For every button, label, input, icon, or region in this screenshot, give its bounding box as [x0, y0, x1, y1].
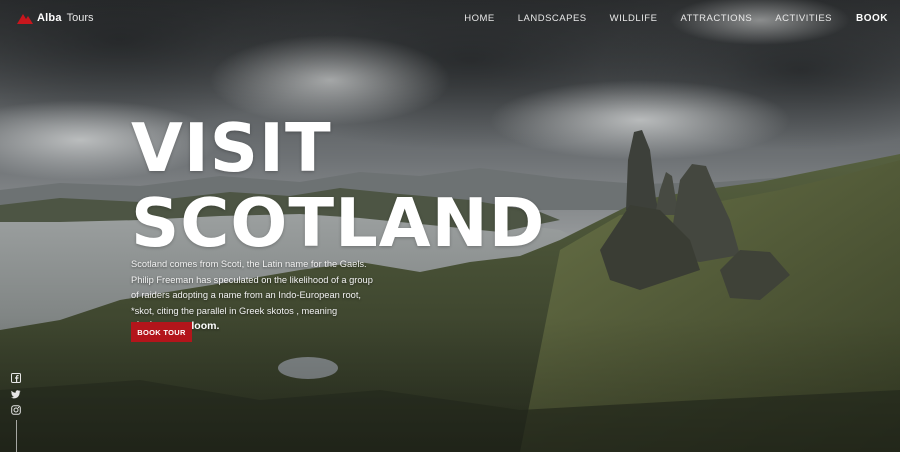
logo-brand-bold: Alba: [37, 12, 62, 24]
logo-mountain-icon: [17, 14, 33, 24]
hero-title-line1: VISIT: [131, 109, 332, 187]
nav-item-activities[interactable]: ACTIVITIES: [775, 13, 832, 25]
book-tour-button[interactable]: BOOK TOUR: [131, 322, 192, 342]
facebook-icon[interactable]: [11, 373, 21, 383]
site-logo[interactable]: Alba Tours: [17, 12, 94, 24]
hero-title: VISIT SCOTLAND: [131, 111, 545, 261]
twitter-icon[interactable]: [11, 389, 21, 399]
hero-title-line2: SCOTLAND: [131, 184, 546, 262]
hero-description-text: Scotland comes from Scoti, the Latin nam…: [131, 259, 373, 316]
nav-item-landscapes[interactable]: LANDSCAPES: [518, 13, 587, 25]
social-divider-line: [16, 420, 17, 452]
logo-brand-light: Tours: [66, 12, 94, 24]
nav-item-attractions[interactable]: ATTRACTIONS: [680, 13, 752, 25]
nav-item-wildlife[interactable]: WILDLIFE: [610, 13, 658, 25]
social-links: [11, 373, 21, 415]
instagram-icon[interactable]: [11, 405, 21, 415]
main-navigation: HOME LANDSCAPES WILDLIFE ATTRACTIONS ACT…: [441, 13, 888, 25]
nav-book-link[interactable]: BOOK: [856, 13, 888, 25]
nav-item-home[interactable]: HOME: [464, 13, 495, 25]
